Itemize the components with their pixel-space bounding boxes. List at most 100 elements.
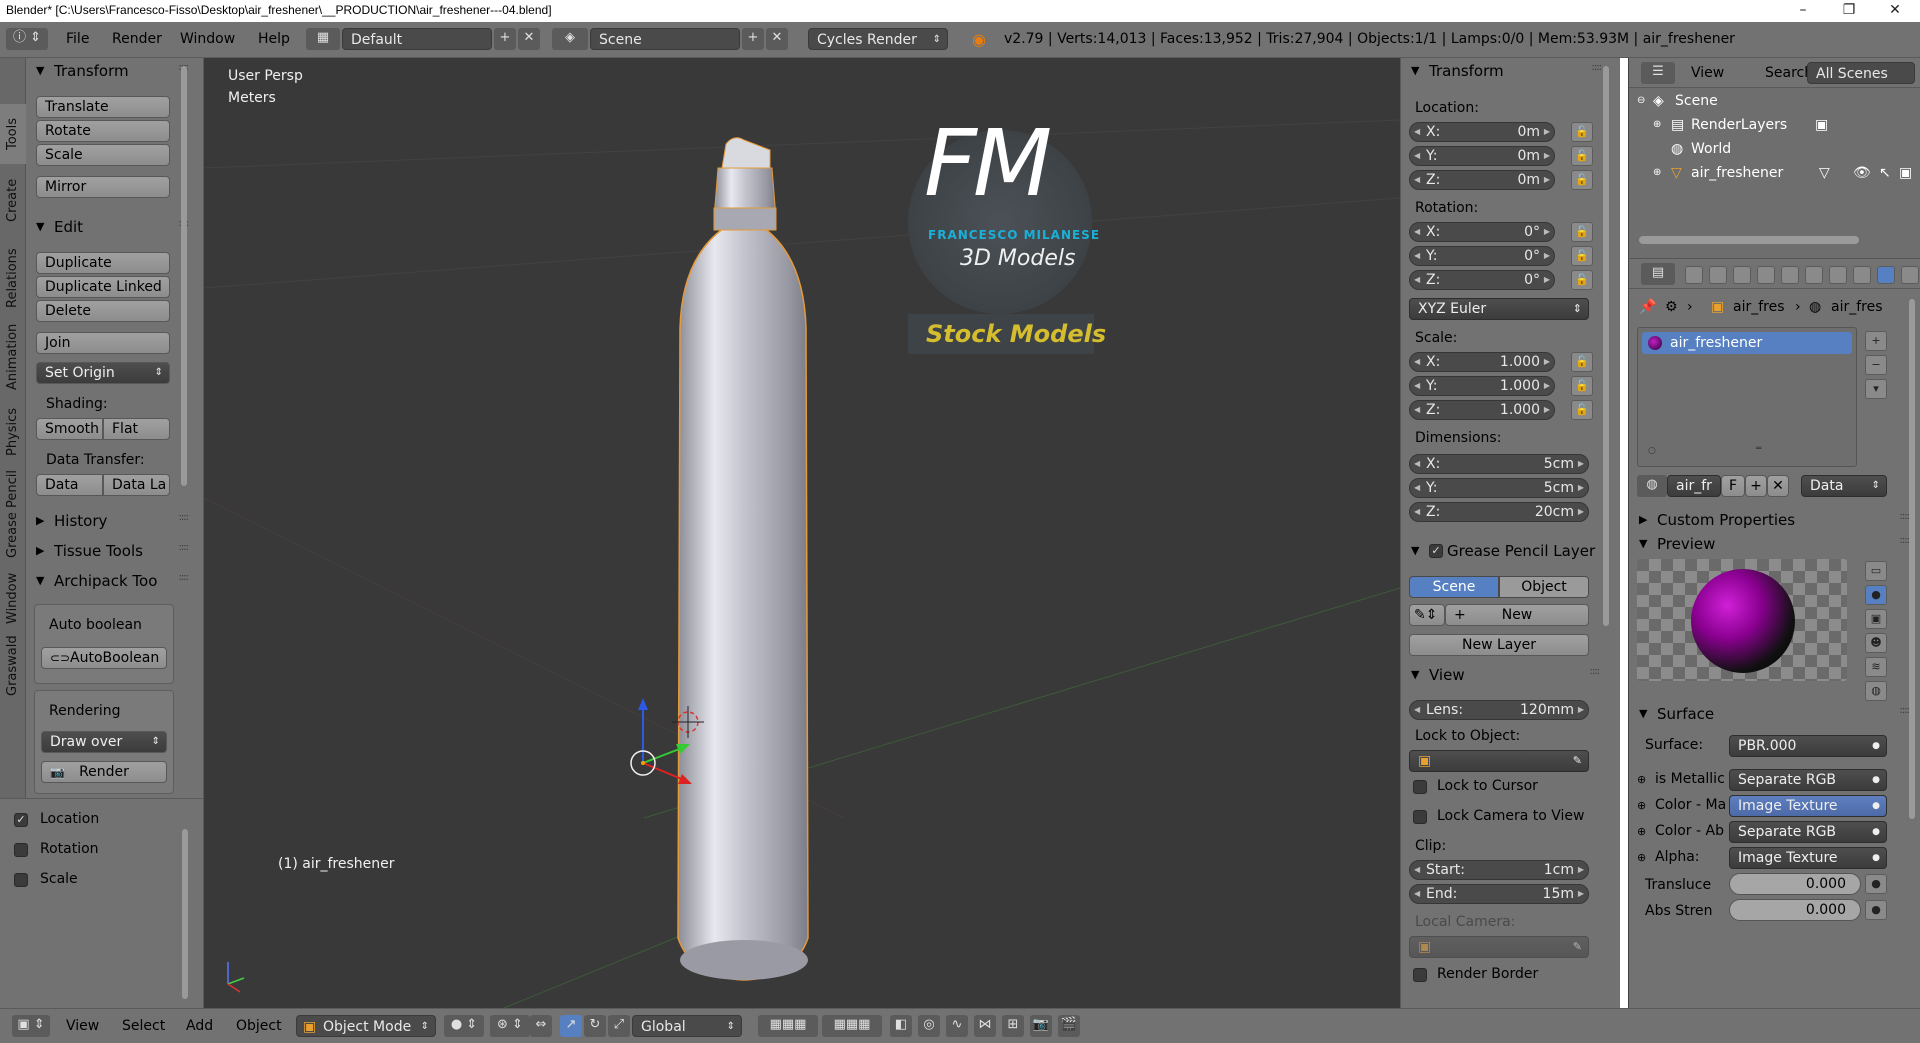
3d-viewport[interactable]: User Persp Meters (1) air_freshener FM F… [204,58,1400,1008]
lock-icon[interactable]: 🔓 [1571,170,1593,190]
viewport-shading-icon[interactable]: ● ⇕ [444,1015,484,1037]
input-link-0[interactable]: Separate RGB ● [1729,769,1887,791]
preview-hair-icon[interactable]: ≋ [1865,657,1887,677]
minimize-button[interactable]: – [1780,0,1826,22]
pivot-point-icon[interactable]: ⊛ ⇕ [490,1015,530,1037]
falloff-icon[interactable]: ∿ [946,1015,968,1037]
rotate-manipulator-icon[interactable]: ↻ [584,1015,606,1037]
editor-type-3dview-icon[interactable]: ▣ ⇕ [12,1015,50,1037]
snap-target-icon[interactable]: ⊞ [1002,1015,1024,1037]
duplicate-linked-button[interactable]: Duplicate Linked [36,276,170,298]
n-view-header[interactable]: ▼ View :::: [1401,664,1600,686]
expand-icon[interactable]: ⊕ [1653,114,1661,136]
data-tab-icon[interactable] [1853,266,1871,284]
outliner-row-renderlayers[interactable]: ⊕ ▤ RenderLayers ▣ [1629,114,1920,136]
eyedropper-icon[interactable]: ✎ [1573,937,1582,957]
drag-grip-icon[interactable]: :::: [1590,666,1601,677]
menu-help[interactable]: Help [258,31,290,47]
scale-z-field[interactable]: ◀ Z: 1.000 ▶ [1409,400,1555,420]
unlink-material-icon[interactable]: ✕ [1767,475,1789,497]
outliner-hscrollbar[interactable] [1639,236,1859,244]
scene-icon[interactable]: ◈ [552,28,588,50]
properties-scrollbar[interactable] [1909,299,1915,819]
lock-icon[interactable]: 🔓 [1571,246,1593,266]
input-link-3[interactable]: Image Texture ● [1729,847,1887,869]
translate-button[interactable]: Translate [36,96,170,118]
preview-flat-icon[interactable]: ▭ [1865,561,1887,581]
selectable-arrow-icon[interactable]: ↖ [1879,162,1891,184]
expand-input-icon[interactable]: ⊕ [1637,851,1646,864]
translucency-slider[interactable]: 0.000 [1729,873,1861,895]
scale-button[interactable]: Scale [36,144,170,166]
outliner-row-world[interactable]: ◍ World [1629,138,1920,160]
render-button[interactable]: 📷 Render [41,761,167,783]
grease-pencil-header[interactable]: ▼ ✓ Grease Pencil Layer [1401,540,1616,562]
lock-icon[interactable]: 🔓 [1571,400,1593,420]
render-engine-select[interactable]: Cycles Render ⇕ [808,28,948,50]
dimensions-x-field[interactable]: ◀ X: 5cm ▶ [1409,454,1589,474]
operator-scrollbar[interactable] [182,829,188,999]
local-camera-field[interactable]: ▣ ✎ [1409,936,1589,958]
panel-edit-header[interactable]: ▼ Edit :::: [26,216,196,238]
browse-material-icon[interactable]: ◍ [1637,475,1667,497]
add-layout-icon[interactable]: + [494,28,516,50]
remove-slot-icon[interactable]: − [1865,355,1887,375]
join-button[interactable]: Join [36,332,170,354]
material-tab-icon[interactable] [1877,266,1895,284]
lock-icon[interactable]: 🔓 [1571,270,1593,290]
lock-icon[interactable]: 🔓 [1571,122,1593,142]
properties-editor-icon[interactable]: ▤ [1641,263,1675,285]
z-arrow-head[interactable] [638,698,648,710]
location-checkbox[interactable]: ✓ [14,813,28,827]
drag-grip-icon[interactable]: :::: [179,542,190,553]
menu-window[interactable]: Window [180,31,235,47]
new-grease-button[interactable]: + New [1445,604,1589,626]
lock-icon[interactable]: 🔓 [1571,376,1593,396]
custom-properties-header[interactable]: ▶ Custom Properties :::: [1629,509,1917,531]
abs-strength-slider[interactable]: 0.000 [1729,899,1861,921]
outliner-row-air-freshener[interactable]: ⊕ ▽ air_freshener ▽ 👁 ↖ ▣ [1629,162,1920,184]
slot-resize-icon[interactable]: ○ [1648,446,1656,456]
tab-grease-pencil[interactable]: Grease Pencil [0,464,26,564]
lock-layers-icon[interactable]: ◧ [890,1015,912,1037]
expand-input-icon[interactable]: ⊕ [1637,773,1646,786]
opengl-anim-icon[interactable]: 🎬 [1058,1015,1080,1037]
preview-monkey-icon[interactable]: ☻ [1865,633,1887,653]
surface-header[interactable]: ▼ Surface :::: [1629,703,1917,725]
autoboolean-button[interactable]: ⊂⊃ AutoBoolean [41,647,167,669]
menu-select[interactable]: Select [122,1018,165,1034]
tab-tools[interactable]: Tools [0,104,26,164]
n-panel-scrollbar[interactable] [1603,66,1609,626]
flat-button[interactable]: Flat [103,418,170,440]
set-origin-select[interactable]: Set Origin ⇕ [36,362,170,384]
expand-input-icon[interactable]: ⊕ [1637,825,1646,838]
outliner-search-menu[interactable]: Search [1765,65,1813,81]
preview-sphere-icon[interactable]: ● [1865,585,1887,605]
lock-icon[interactable]: 🔓 [1571,222,1593,242]
drag-grip-icon[interactable]: :::: [1900,511,1911,522]
renderable-camera-icon[interactable]: ▣ [1899,162,1912,184]
clip-end-field[interactable]: ◀ End: 15m ▶ [1409,884,1589,904]
eyedropper-icon[interactable]: ✎ [1573,751,1582,771]
node-link-icon[interactable]: ● [1865,900,1887,920]
duplicate-button[interactable]: Duplicate [36,252,170,274]
input-link-1[interactable]: Image Texture ● [1729,795,1887,817]
translate-manipulator-icon[interactable]: ↗ [560,1015,582,1037]
drag-grip-icon[interactable]: :::: [1900,535,1911,546]
tab-animation[interactable]: Animation [0,318,26,398]
draw-over-select[interactable]: Draw over ⇕ [41,731,167,753]
material-link-select[interactable]: Data ⇕ [1801,475,1887,497]
rotate-button[interactable]: Rotate [36,120,170,142]
world-tab-icon[interactable] [1757,266,1775,284]
tab-create[interactable]: Create [0,170,26,230]
texture-tab-icon[interactable] [1901,266,1919,284]
rotation-x-field[interactable]: ◀ X: 0° ▶ [1409,222,1555,242]
add-scene-icon[interactable]: + [742,28,764,50]
modifiers-tab-icon[interactable] [1829,266,1847,284]
drag-grip-icon[interactable]: :::: [179,512,190,523]
snap-icon[interactable]: ⋈ [974,1015,996,1037]
preview-world-icon[interactable]: ◍ [1865,681,1887,701]
clip-start-field[interactable]: ◀ Start: 1cm ▶ [1409,860,1589,880]
maximize-button[interactable]: ❐ [1826,0,1872,22]
manipulator-toggle-icon[interactable]: ⇔ [530,1015,552,1037]
